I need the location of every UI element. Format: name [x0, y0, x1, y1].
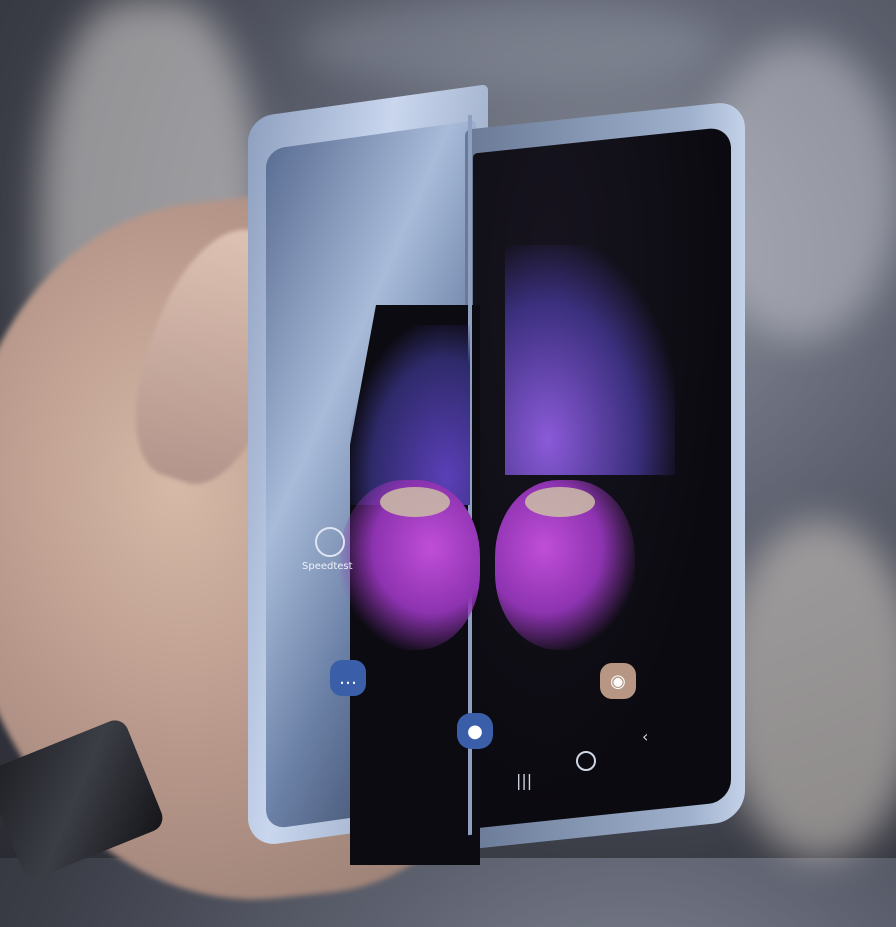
wing-spot-right	[525, 487, 595, 517]
phone-screen-right	[473, 126, 731, 829]
butterfly-wing-upper-left	[350, 325, 470, 505]
speedtest-label[interactable]: Speedtest	[302, 561, 353, 572]
butterfly-wing-upper-right	[505, 245, 675, 475]
speedometer-icon[interactable]	[315, 527, 345, 557]
chat-bubble-icon[interactable]: …	[330, 660, 366, 696]
recents-icon[interactable]: |||	[516, 771, 532, 790]
back-icon[interactable]: ‹	[642, 727, 648, 746]
camera-icon[interactable]: ◉	[600, 663, 636, 699]
bixby-icon[interactable]: ●	[457, 713, 493, 749]
wing-spot-left	[380, 487, 450, 517]
background-blur-top	[300, 0, 720, 90]
home-icon[interactable]	[576, 751, 596, 771]
folding-phone: Speedtest … ◉ ● ||| ‹	[240, 84, 760, 865]
